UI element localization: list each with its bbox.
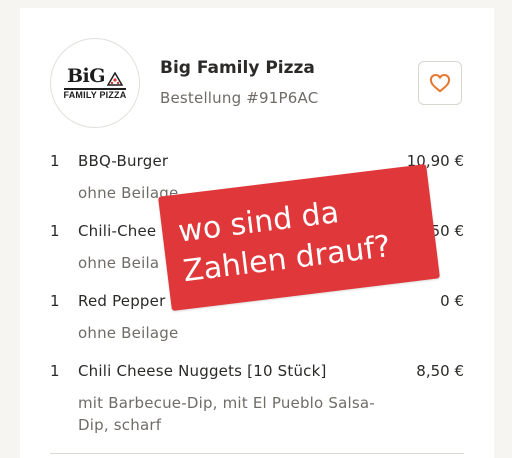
logo-big-text: BiG: [66, 64, 106, 87]
item-quantity: 1: [50, 362, 60, 380]
favorite-button[interactable]: [418, 61, 462, 105]
restaurant-name[interactable]: Big Family Pizza: [160, 58, 315, 78]
item-name: Chili-Chee: [78, 222, 157, 240]
logo-sub-text: FAMILY PIZZA: [63, 87, 127, 100]
item-price: 8,50 €: [416, 362, 464, 380]
item-quantity: 1: [50, 152, 60, 170]
item-name: Chili Cheese Nuggets [10 Stück]: [78, 362, 327, 380]
divider: [50, 453, 464, 454]
item-name: BBQ-Burger: [78, 152, 169, 170]
item-name: Red Pepper: [78, 292, 166, 310]
item-quantity: 1: [50, 292, 60, 310]
item-description: mit Barbecue-Dip, mit El Pueblo Salsa-Di…: [78, 394, 375, 434]
item-price: 50 €: [430, 222, 464, 240]
item-price: 0 €: [440, 292, 464, 310]
heart-icon: [429, 74, 451, 93]
item-quantity: 1: [50, 222, 60, 240]
restaurant-logo: BiG FAMILY PIZZA: [50, 38, 140, 128]
item-description: ohne Beilage: [78, 324, 179, 342]
order-number: Bestellung #91P6AC: [160, 89, 319, 107]
pizza-icon: [107, 71, 123, 86]
